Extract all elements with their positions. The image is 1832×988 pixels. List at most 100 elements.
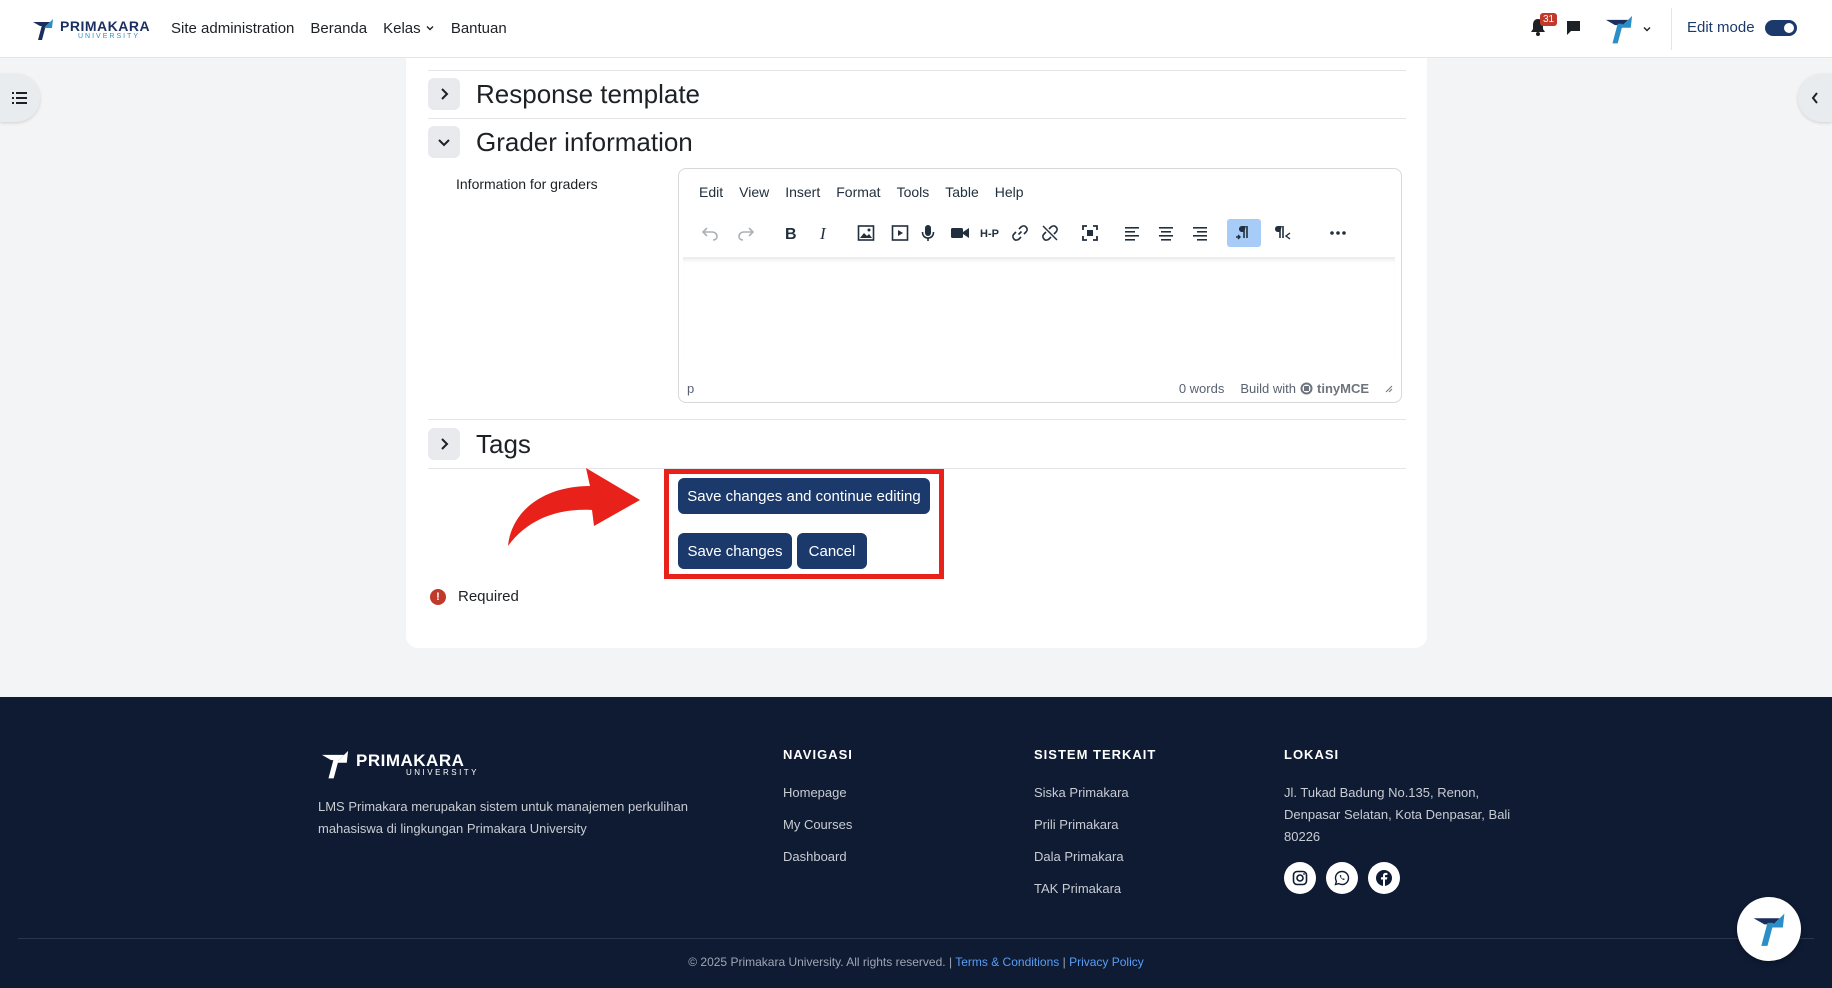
expand-toggle[interactable] [428,78,460,110]
section-tags[interactable]: Tags [428,428,531,460]
site-footer: PRIMAKARA UNIVERSITY LMS Primakara merup… [0,697,1832,988]
social-links [1284,862,1524,894]
element-path[interactable]: p [687,381,694,396]
editor-menubar: Edit View Insert Format Tools Table Help [699,184,1024,200]
unlink-button[interactable] [1035,219,1065,247]
footer-systems-column: SISTEM TERKAIT Siska Primakara Prili Pri… [1034,747,1156,910]
rich-text-editor: Edit View Insert Format Tools Table Help… [678,168,1402,403]
nav-bantuan[interactable]: Bantuan [451,20,507,37]
chevron-down-icon [1643,27,1651,32]
more-icon [1330,231,1346,235]
cancel-button[interactable]: Cancel [797,533,867,569]
site-logo[interactable]: PRIMAKARA UNIVERSITY [30,16,150,42]
insert-link-button[interactable] [1005,219,1035,247]
annotation-arrow-icon [508,468,640,546]
assistant-fab[interactable] [1737,897,1801,961]
more-tools-button[interactable] [1323,219,1353,247]
redo-button[interactable] [731,219,761,247]
align-center-button[interactable] [1151,219,1181,247]
media-icon [891,225,909,241]
logo-title: PRIMAKARA [60,17,151,34]
facebook-link[interactable] [1368,862,1400,894]
whatsapp-link[interactable] [1326,862,1358,894]
footer-link-prili[interactable]: Prili Primakara [1034,814,1156,836]
required-note: ! Required [430,588,519,605]
save-changes-button[interactable]: Save changes [678,533,792,569]
editor-content-area[interactable] [683,257,1395,362]
footer-copyright-row: © 2025 Primakara University. All rights … [0,955,1832,969]
rtl-button[interactable] [1267,219,1297,247]
footer-location-column: LOKASI Jl. Tukad Badung No.135, Renon, D… [1284,747,1524,894]
section-response-template[interactable]: Response template [428,78,700,110]
primakara-logo-icon [321,750,349,779]
record-video-button[interactable] [945,219,975,247]
user-menu[interactable] [1602,12,1652,46]
section-title: Grader information [476,126,693,157]
collapse-toggle[interactable] [428,126,460,158]
required-label: Required [458,588,519,605]
record-audio-button[interactable] [913,219,943,247]
align-right-button[interactable] [1185,219,1215,247]
edit-mode-switch[interactable]: Edit mode [1687,19,1797,36]
footer-link-dashboard[interactable]: Dashboard [783,846,853,868]
instagram-link[interactable] [1284,862,1316,894]
nav-site-administration[interactable]: Site administration [171,20,294,37]
footer-description: LMS Primakara merupakan sistem untuk man… [318,799,688,836]
h5p-icon: H-P [980,228,999,240]
divider [428,70,1406,71]
footer-link-my-courses[interactable]: My Courses [783,814,853,836]
chevron-right-icon [441,88,449,100]
footer-logo[interactable]: PRIMAKARA UNIVERSITY [318,747,479,781]
menu-format[interactable]: Format [836,184,880,200]
form-card: Response template Grader information Inf… [406,58,1427,648]
h5p-button[interactable]: H-P [975,219,1005,247]
menu-tools[interactable]: Tools [897,184,930,200]
section-grader-information[interactable]: Grader information [428,126,693,158]
word-count[interactable]: 0 words [1179,381,1225,396]
redo-icon [738,227,755,241]
footer-logo-subtitle: UNIVERSITY [406,767,480,777]
nav-kelas[interactable]: Kelas [383,20,435,37]
nav-beranda[interactable]: Beranda [310,20,367,37]
insert-media-button[interactable] [885,219,915,247]
primakara-logo-icon [1753,913,1785,946]
bold-button[interactable]: B [775,219,805,247]
footer-link-siska[interactable]: Siska Primakara [1034,782,1156,804]
edit-mode-toggle[interactable] [1764,19,1797,36]
footer-link-tak[interactable]: TAK Primakara [1034,878,1156,900]
nav-kelas-label: Kelas [383,20,421,37]
svg-text:I: I [819,224,827,243]
image-icon [857,225,875,241]
footer-link-dala[interactable]: Dala Primakara [1034,846,1156,868]
ltr-button[interactable] [1227,219,1261,247]
menu-edit[interactable]: Edit [699,184,723,200]
course-index-drawer-toggle[interactable] [0,74,40,122]
chevron-down-icon [438,139,450,147]
copyright-text: © 2025 Primakara University. All rights … [688,955,946,969]
list-icon [12,92,27,104]
menu-insert[interactable]: Insert [785,184,820,200]
align-left-button[interactable] [1117,219,1147,247]
menu-help[interactable]: Help [995,184,1024,200]
save-and-continue-button[interactable]: Save changes and continue editing [678,478,930,514]
resize-handle-icon[interactable] [1385,385,1393,393]
messages-icon[interactable] [1565,19,1582,36]
instagram-icon [1292,870,1308,886]
fullscreen-button[interactable] [1075,219,1105,247]
footer-link-homepage[interactable]: Homepage [783,782,853,804]
undo-button[interactable] [695,219,725,247]
right-to-left-icon [1275,226,1291,240]
menu-table[interactable]: Table [945,184,978,200]
expand-toggle[interactable] [428,428,460,460]
block-drawer-toggle[interactable] [1798,74,1832,122]
menu-view[interactable]: View [739,184,769,200]
terms-link[interactable]: Terms & Conditions [955,955,1059,969]
italic-button[interactable]: I [809,219,839,247]
editor-toolbar: B I H-P [695,219,1385,247]
privacy-link[interactable]: Privacy Policy [1069,955,1144,969]
insert-image-button[interactable] [851,219,881,247]
tinymce-branding[interactable]: Build with tinyMCE [1240,381,1369,396]
notification-count-badge: 31 [1540,13,1558,26]
fullscreen-icon [1082,225,1098,241]
align-center-icon [1159,227,1173,241]
